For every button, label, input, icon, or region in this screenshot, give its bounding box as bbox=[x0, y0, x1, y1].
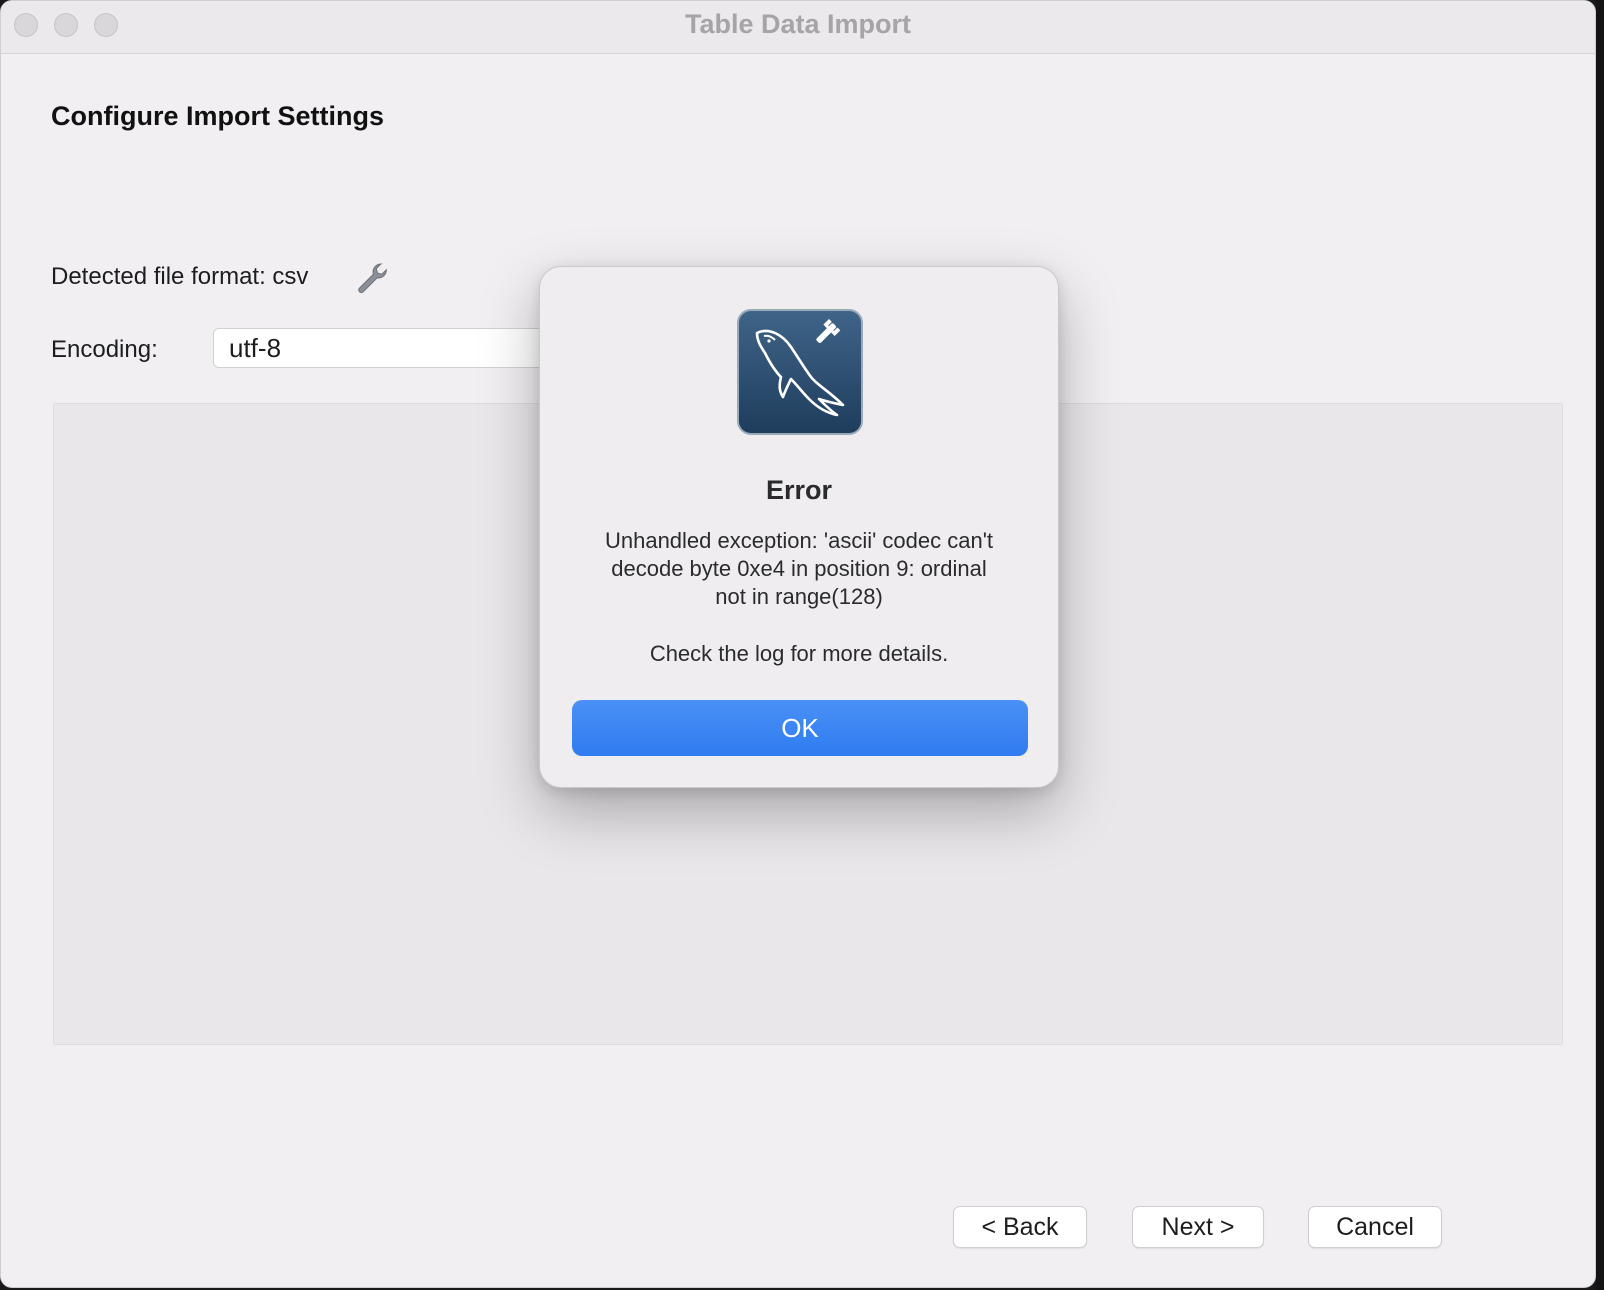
page-heading: Configure Import Settings bbox=[51, 101, 384, 131]
dialog-message-line: not in range(128) bbox=[715, 584, 883, 609]
encoding-label: Encoding: bbox=[51, 336, 158, 363]
dialog-message: Unhandled exception: 'ascii' codec can't… bbox=[580, 527, 1018, 611]
window-title: Table Data Import bbox=[684, 9, 912, 39]
encoding-input[interactable]: utf-8 bbox=[213, 328, 593, 368]
detected-format-label: Detected file format: csv bbox=[51, 263, 309, 290]
dialog-message-line: Unhandled exception: 'ascii' codec can't bbox=[604, 528, 994, 553]
dialog-message-line: decode byte 0xe4 in position 9: ordinal bbox=[611, 556, 987, 581]
import-window: Table Data Import Configure Import Setti… bbox=[0, 0, 1596, 1288]
dialog-title: Error bbox=[765, 475, 833, 505]
dialog-detail: Check the log for more details. bbox=[649, 641, 949, 666]
next-button[interactable]: Next > bbox=[1132, 1206, 1264, 1248]
back-button[interactable]: < Back bbox=[953, 1206, 1087, 1248]
ok-button[interactable]: OK bbox=[572, 700, 1028, 756]
cancel-button[interactable]: Cancel bbox=[1308, 1206, 1442, 1248]
mysql-workbench-dolphin-icon bbox=[737, 309, 863, 435]
error-dialog: Error Unhandled exception: 'ascii' codec… bbox=[539, 266, 1059, 788]
title-bar: Table Data Import bbox=[1, 1, 1595, 54]
wrench-icon[interactable] bbox=[355, 261, 389, 295]
screen-edge bbox=[1596, 0, 1604, 1290]
